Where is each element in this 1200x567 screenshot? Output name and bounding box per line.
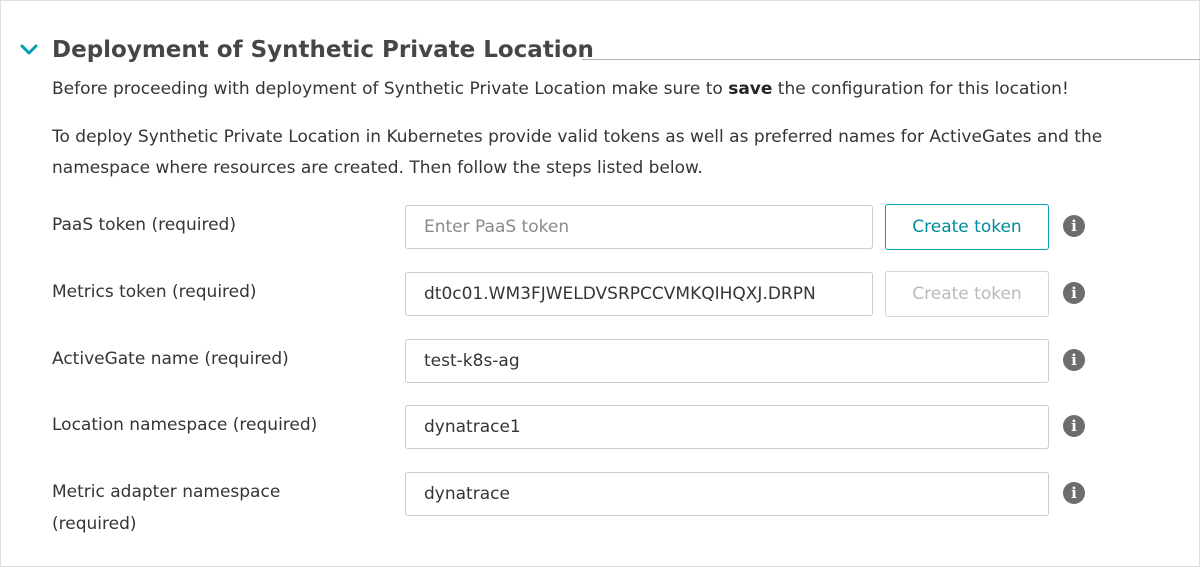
save-notice-suffix: the configuration for this location! [772, 79, 1069, 99]
create-paas-token-button[interactable]: Create token [885, 204, 1049, 250]
metrics-token-row: Metrics token (required) Create token i [52, 271, 1152, 318]
activegate-name-row: ActiveGate name (required) i [52, 339, 1152, 385]
location-namespace-input[interactable] [405, 405, 1049, 449]
metrics-token-input[interactable] [405, 272, 873, 316]
paas-token-input[interactable] [405, 205, 873, 249]
location-namespace-label: Location namespace (required) [52, 415, 318, 435]
paas-token-label: PaaS token (required) [52, 215, 236, 235]
info-icon[interactable]: i [1063, 215, 1085, 237]
info-icon[interactable]: i [1063, 349, 1085, 371]
save-notice: Before proceeding with deployment of Syn… [52, 74, 1152, 105]
adapter-namespace-input[interactable] [405, 472, 1049, 516]
deployment-description: To deploy Synthetic Private Location in … [52, 127, 1103, 178]
adapter-namespace-row: Metric adapter namespace (required) i [52, 472, 1152, 542]
title-divider [582, 59, 1200, 60]
chevron-down-icon[interactable] [18, 39, 40, 61]
adapter-namespace-label-line1: Metric adapter namespace [52, 482, 281, 502]
create-metrics-token-button: Create token [885, 271, 1049, 317]
save-notice-prefix: Before proceeding with deployment of Syn… [52, 79, 729, 99]
activegate-name-label: ActiveGate name (required) [52, 349, 289, 369]
activegate-name-input[interactable] [405, 339, 1049, 383]
section-title: Deployment of Synthetic Private Location [52, 37, 594, 63]
metrics-token-label: Metrics token (required) [52, 282, 257, 302]
info-icon[interactable]: i [1063, 415, 1085, 437]
info-icon[interactable]: i [1063, 282, 1085, 304]
info-icon[interactable]: i [1063, 482, 1085, 504]
save-notice-bold: save [728, 79, 773, 99]
adapter-namespace-label-line2: (required) [52, 514, 137, 534]
section-header-toggle[interactable]: Deployment of Synthetic Private Location [18, 30, 1200, 70]
location-namespace-row: Location namespace (required) i [52, 405, 1152, 451]
paas-token-row: PaaS token (required) Create token i [52, 204, 1152, 251]
